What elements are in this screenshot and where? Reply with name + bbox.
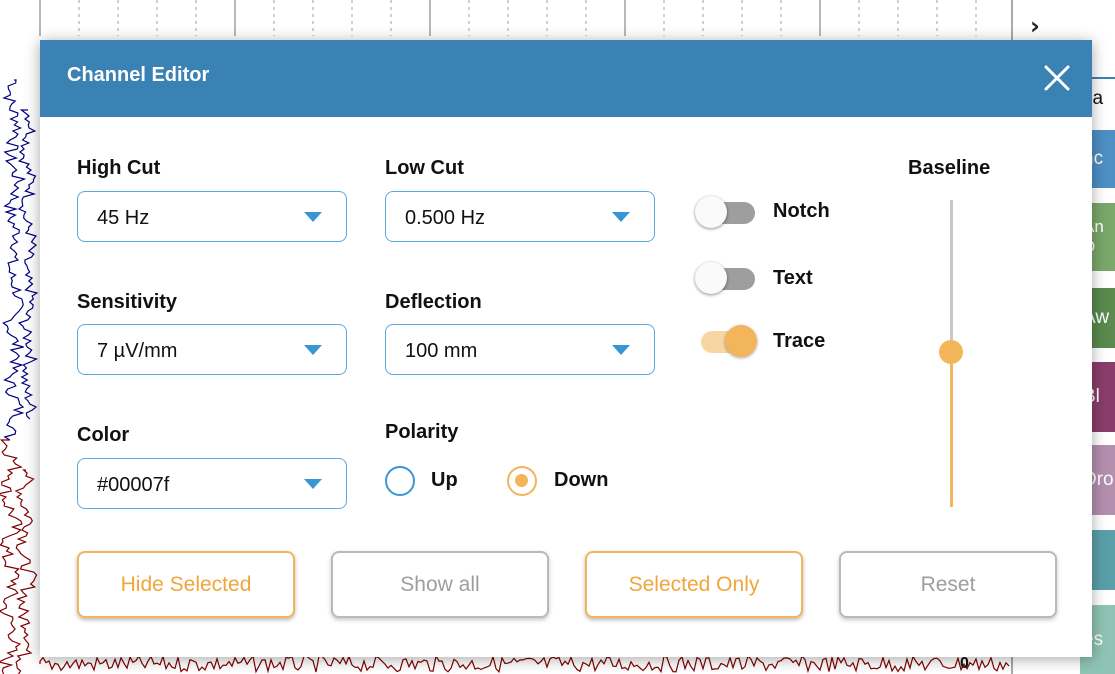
eeg-trace <box>17 109 39 420</box>
polarity-up-label: Up <box>431 469 458 491</box>
polarity-down-radio[interactable] <box>507 466 537 496</box>
low-cut-label: Low Cut <box>385 157 464 179</box>
channel-editor-dialog: Channel Editor High Cut 45 Hz Low Cut 0.… <box>40 40 1092 657</box>
chevron-down-icon <box>612 212 630 222</box>
chevron-down-icon <box>304 212 322 222</box>
text-toggle[interactable] <box>695 262 757 294</box>
text-label: Text <box>773 267 813 289</box>
chevron-down-icon <box>304 479 322 489</box>
polarity-down-label: Down <box>554 469 609 491</box>
high-cut-value: 45 Hz <box>97 207 150 229</box>
baseline-label: Baseline <box>908 157 991 179</box>
scale-marker-icon: 0 <box>960 655 969 672</box>
toggle-knob <box>725 325 757 357</box>
radio-selected-dot <box>515 474 528 487</box>
hide-selected-button[interactable]: Hide Selected <box>77 551 295 618</box>
deflection-select[interactable]: 100 mm <box>385 324 655 375</box>
sensitivity-value: 7 µV/mm <box>97 340 178 362</box>
show-all-button[interactable]: Show all <box>331 551 549 618</box>
eeg-trace <box>2 79 27 441</box>
deflection-label: Deflection <box>385 291 482 313</box>
color-label: Color <box>77 424 130 446</box>
low-cut-select[interactable]: 0.500 Hz <box>385 191 655 242</box>
chevron-down-icon <box>304 345 322 355</box>
notch-label: Notch <box>773 200 830 222</box>
notch-toggle[interactable] <box>695 196 757 228</box>
reset-button[interactable]: Reset <box>839 551 1057 618</box>
baseline-slider-track[interactable] <box>950 200 953 352</box>
toggle-knob <box>695 196 727 228</box>
sensitivity-label: Sensitivity <box>77 291 178 313</box>
trace-toggle[interactable] <box>695 325 757 357</box>
toggle-knob <box>695 262 727 294</box>
sensitivity-select[interactable]: 7 µV/mm <box>77 324 347 375</box>
dialog-header: Channel Editor <box>40 40 1092 117</box>
polarity-up-radio[interactable] <box>385 466 415 496</box>
eeg-trace <box>0 439 23 674</box>
eeg-trace <box>39 654 1010 674</box>
close-button[interactable] <box>1037 58 1077 98</box>
baseline-slider-thumb[interactable] <box>939 340 963 364</box>
deflection-value: 100 mm <box>405 340 478 362</box>
color-value: #00007f <box>97 474 170 496</box>
chevron-down-icon <box>612 345 630 355</box>
polarity-label: Polarity <box>385 421 459 443</box>
close-icon <box>1044 65 1070 91</box>
high-cut-select[interactable]: 45 Hz <box>77 191 347 242</box>
chevron-right-icon[interactable]: › <box>1030 14 1040 38</box>
baseline-slider-fill[interactable] <box>950 352 953 507</box>
selected-only-button[interactable]: Selected Only <box>585 551 803 618</box>
low-cut-value: 0.500 Hz <box>405 207 486 229</box>
color-select[interactable]: #00007f <box>77 458 347 509</box>
dialog-title: Channel Editor <box>67 64 210 86</box>
high-cut-label: High Cut <box>77 157 161 179</box>
trace-label: Trace <box>773 330 826 352</box>
